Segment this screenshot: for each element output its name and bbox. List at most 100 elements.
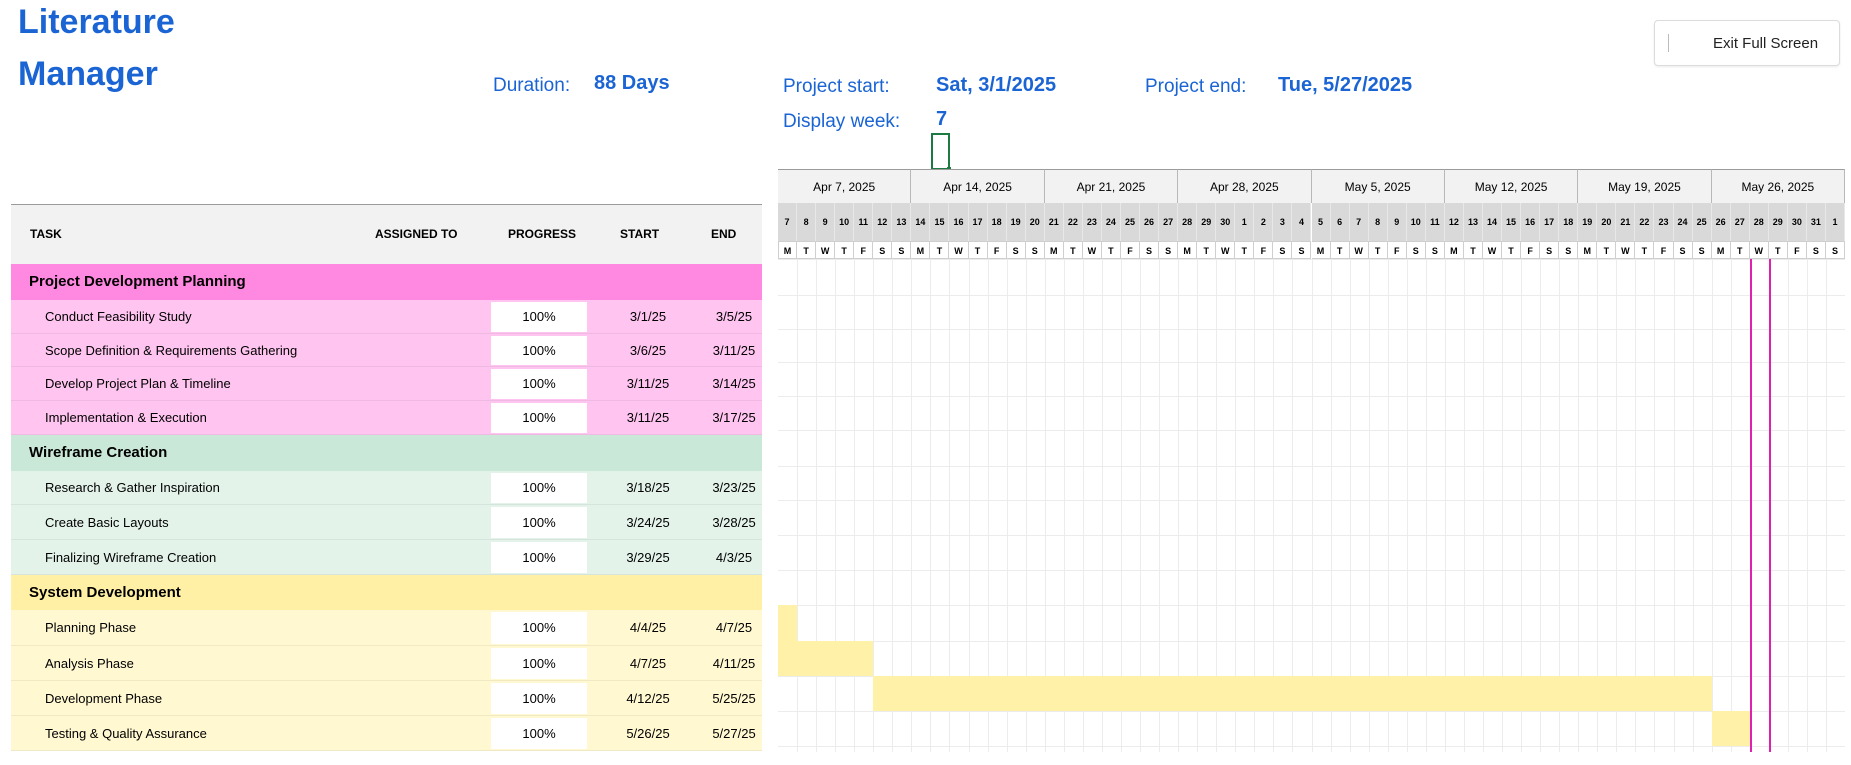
task-start: 3/24/25 [626, 515, 670, 530]
task-row[interactable]: Implementation & Execution 100% 3/11/25 3/1… [11, 401, 762, 435]
task-start: 3/11/25 [626, 410, 670, 425]
week-header: Apr 21, 2025 [1044, 169, 1179, 203]
task-row[interactable]: Development Phase 100% 4/12/25 5/25/25 [11, 681, 762, 716]
day-letter: F [1787, 241, 1807, 259]
day-number: 28 [1178, 203, 1198, 241]
week-header: May 26, 2025 [1711, 169, 1845, 203]
task-progress: 100% [491, 718, 587, 749]
exit-divider-icon [1668, 34, 1669, 52]
task-row[interactable]: Planning Phase 100% 4/4/25 4/7/25 [11, 610, 762, 646]
day-number: 19 [1578, 203, 1598, 241]
grid-row-line [778, 329, 1845, 330]
group-header-row[interactable]: System Development [11, 575, 762, 610]
task-row[interactable]: Develop Project Plan & Timeline 100% 3/11/… [11, 367, 762, 401]
day-number: 30 [1216, 203, 1236, 241]
day-letter: M [1178, 241, 1198, 259]
day-number: 16 [949, 203, 969, 241]
day-letter: T [835, 241, 855, 259]
gantt-task-bar[interactable] [778, 605, 798, 641]
gantt-task-bar[interactable] [1711, 711, 1750, 746]
day-number: 10 [1406, 203, 1426, 241]
task-progress: 100% [491, 336, 587, 365]
grid-column-line [1825, 259, 1827, 752]
task-end: 4/11/25 [712, 656, 756, 671]
project-start-value[interactable]: Sat, 3/1/2025 [936, 74, 1056, 97]
day-number: 24 [1673, 203, 1693, 241]
project-end-label: Project end: [1145, 76, 1247, 97]
task-row[interactable]: Scope Definition & Requirements Gatherin… [11, 334, 762, 367]
task-progress: 100% [491, 473, 587, 503]
task-row[interactable]: Create Basic Layouts 100% 3/24/25 3/28/25 [11, 505, 762, 540]
task-row[interactable]: Research & Gather Inspiration 100% 3/18/25… [11, 471, 762, 505]
day-number: 9 [816, 203, 836, 241]
day-number: 18 [1559, 203, 1579, 241]
day-letter: S [1825, 241, 1845, 259]
header-task: TASK [30, 227, 62, 241]
week-header: May 19, 2025 [1578, 169, 1712, 203]
week-header: May 5, 2025 [1311, 169, 1445, 203]
task-name: Implementation & Execution [45, 410, 207, 425]
header-end: END [711, 227, 737, 241]
task-progress: 100% [491, 648, 587, 679]
grid-row-line [778, 605, 1845, 606]
day-number: 27 [1159, 203, 1179, 241]
day-letter: F [1654, 241, 1674, 259]
task-name: Finalizing Wireframe Creation [45, 550, 217, 565]
day-number: 31 [1806, 203, 1826, 241]
task-progress: 100% [491, 612, 587, 644]
task-row[interactable]: Analysis Phase 100% 4/7/25 4/11/25 [11, 646, 762, 681]
day-number: 29 [1768, 203, 1788, 241]
task-start: 5/26/25 [626, 726, 670, 741]
grid-column-line [1787, 259, 1789, 752]
gantt-task-bar[interactable] [778, 641, 874, 676]
day-letter: S [1159, 241, 1179, 259]
day-letter: T [1330, 241, 1350, 259]
display-week-value[interactable]: 7 [936, 108, 947, 131]
week-header: May 12, 2025 [1444, 169, 1579, 203]
grid-row-line [778, 466, 1845, 467]
task-start: 3/6/25 [629, 343, 667, 358]
day-letter: S [1406, 241, 1426, 259]
day-number: 20 [1025, 203, 1045, 241]
task-end: 5/25/25 [712, 691, 756, 706]
day-number: 7 [1349, 203, 1369, 241]
grid-column-line [854, 259, 856, 752]
task-end: 5/27/25 [712, 726, 756, 741]
group-name: System Development [29, 584, 181, 601]
task-row[interactable]: Conduct Feasibility Study 100% 3/1/25 3/5/2… [11, 300, 762, 334]
week-header: Apr 7, 2025 [778, 169, 912, 203]
day-letter: S [1540, 241, 1560, 259]
task-end: 3/23/25 [712, 480, 756, 495]
day-letter: S [1673, 241, 1693, 259]
group-header-row[interactable]: Wireframe Creation [11, 435, 762, 471]
exit-full-screen-button[interactable]: Exit Full Screen [1654, 20, 1840, 66]
task-name: Testing & Quality Assurance [45, 726, 207, 741]
grid-column-line [835, 259, 837, 752]
gantt-task-bar[interactable] [873, 676, 1712, 711]
day-number: 16 [1521, 203, 1541, 241]
day-number: 12 [873, 203, 893, 241]
group-name: Project Development Planning [29, 273, 246, 290]
day-letter: S [873, 241, 893, 259]
day-letter: M [1578, 241, 1598, 259]
day-number: 1 [1825, 203, 1845, 241]
today-marker-line [1749, 259, 1752, 752]
day-letter: F [1120, 241, 1140, 259]
day-letter: M [1044, 241, 1064, 259]
day-number: 15 [930, 203, 950, 241]
group-header-row[interactable]: Project Development Planning [11, 264, 762, 300]
day-letter: T [1502, 241, 1522, 259]
day-letter: F [1521, 241, 1541, 259]
day-number: 18 [987, 203, 1007, 241]
task-row[interactable]: Testing & Quality Assurance 100% 5/26/25 5/… [11, 716, 762, 751]
day-letter: W [1216, 241, 1236, 259]
day-letter: S [1273, 241, 1293, 259]
display-week-label: Display week: [783, 111, 901, 132]
task-name: Conduct Feasibility Study [45, 309, 192, 324]
day-number: 29 [1197, 203, 1217, 241]
grid-column-line [1730, 259, 1732, 752]
day-letter: S [1140, 241, 1160, 259]
task-row[interactable]: Finalizing Wireframe Creation 100% 3/29/25… [11, 540, 762, 575]
day-letter: W [949, 241, 969, 259]
selected-cell-indicator[interactable] [931, 133, 951, 171]
